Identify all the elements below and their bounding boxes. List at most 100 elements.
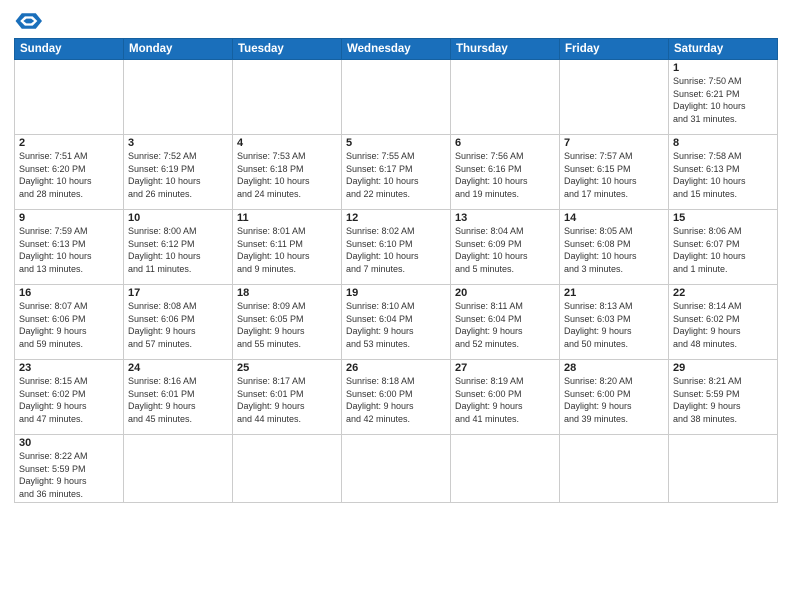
day-number: 12 <box>346 212 446 224</box>
day-info: Sunrise: 8:18 AM Sunset: 6:00 PM Dayligh… <box>346 375 446 425</box>
day-info: Sunrise: 8:21 AM Sunset: 5:59 PM Dayligh… <box>673 375 773 425</box>
day-info: Sunrise: 7:55 AM Sunset: 6:17 PM Dayligh… <box>346 150 446 200</box>
day-info: Sunrise: 8:07 AM Sunset: 6:06 PM Dayligh… <box>19 300 119 350</box>
calendar-week-3: 9Sunrise: 7:59 AM Sunset: 6:13 PM Daylig… <box>15 210 778 285</box>
day-number: 11 <box>237 212 337 224</box>
calendar-cell <box>451 60 560 135</box>
weekday-header-friday: Friday <box>560 39 669 60</box>
day-info: Sunrise: 8:06 AM Sunset: 6:07 PM Dayligh… <box>673 225 773 275</box>
calendar-cell: 13Sunrise: 8:04 AM Sunset: 6:09 PM Dayli… <box>451 210 560 285</box>
day-number: 8 <box>673 137 773 149</box>
calendar-cell: 22Sunrise: 8:14 AM Sunset: 6:02 PM Dayli… <box>669 285 778 360</box>
day-info: Sunrise: 8:19 AM Sunset: 6:00 PM Dayligh… <box>455 375 555 425</box>
day-info: Sunrise: 8:08 AM Sunset: 6:06 PM Dayligh… <box>128 300 228 350</box>
calendar-cell: 28Sunrise: 8:20 AM Sunset: 6:00 PM Dayli… <box>560 360 669 435</box>
day-info: Sunrise: 8:10 AM Sunset: 6:04 PM Dayligh… <box>346 300 446 350</box>
day-number: 13 <box>455 212 555 224</box>
day-info: Sunrise: 8:20 AM Sunset: 6:00 PM Dayligh… <box>564 375 664 425</box>
calendar-cell: 23Sunrise: 8:15 AM Sunset: 6:02 PM Dayli… <box>15 360 124 435</box>
calendar-cell: 8Sunrise: 7:58 AM Sunset: 6:13 PM Daylig… <box>669 135 778 210</box>
day-number: 30 <box>19 437 119 449</box>
day-info: Sunrise: 7:52 AM Sunset: 6:19 PM Dayligh… <box>128 150 228 200</box>
calendar-week-4: 16Sunrise: 8:07 AM Sunset: 6:06 PM Dayli… <box>15 285 778 360</box>
day-info: Sunrise: 7:59 AM Sunset: 6:13 PM Dayligh… <box>19 225 119 275</box>
day-number: 29 <box>673 362 773 374</box>
day-info: Sunrise: 7:53 AM Sunset: 6:18 PM Dayligh… <box>237 150 337 200</box>
calendar-cell: 2Sunrise: 7:51 AM Sunset: 6:20 PM Daylig… <box>15 135 124 210</box>
day-number: 25 <box>237 362 337 374</box>
calendar-cell: 30Sunrise: 8:22 AM Sunset: 5:59 PM Dayli… <box>15 435 124 503</box>
day-info: Sunrise: 8:05 AM Sunset: 6:08 PM Dayligh… <box>564 225 664 275</box>
day-number: 28 <box>564 362 664 374</box>
day-info: Sunrise: 8:13 AM Sunset: 6:03 PM Dayligh… <box>564 300 664 350</box>
day-info: Sunrise: 7:58 AM Sunset: 6:13 PM Dayligh… <box>673 150 773 200</box>
header <box>14 10 778 32</box>
day-info: Sunrise: 8:16 AM Sunset: 6:01 PM Dayligh… <box>128 375 228 425</box>
calendar-cell: 14Sunrise: 8:05 AM Sunset: 6:08 PM Dayli… <box>560 210 669 285</box>
day-number: 22 <box>673 287 773 299</box>
calendar-cell: 4Sunrise: 7:53 AM Sunset: 6:18 PM Daylig… <box>233 135 342 210</box>
calendar-week-5: 23Sunrise: 8:15 AM Sunset: 6:02 PM Dayli… <box>15 360 778 435</box>
calendar-cell <box>451 435 560 503</box>
day-info: Sunrise: 8:09 AM Sunset: 6:05 PM Dayligh… <box>237 300 337 350</box>
day-number: 7 <box>564 137 664 149</box>
calendar-week-6: 30Sunrise: 8:22 AM Sunset: 5:59 PM Dayli… <box>15 435 778 503</box>
weekday-header-thursday: Thursday <box>451 39 560 60</box>
calendar-cell <box>233 60 342 135</box>
calendar-week-1: 1Sunrise: 7:50 AM Sunset: 6:21 PM Daylig… <box>15 60 778 135</box>
calendar-cell: 24Sunrise: 8:16 AM Sunset: 6:01 PM Dayli… <box>124 360 233 435</box>
day-number: 26 <box>346 362 446 374</box>
calendar-cell: 26Sunrise: 8:18 AM Sunset: 6:00 PM Dayli… <box>342 360 451 435</box>
day-number: 21 <box>564 287 664 299</box>
calendar-cell: 7Sunrise: 7:57 AM Sunset: 6:15 PM Daylig… <box>560 135 669 210</box>
day-number: 6 <box>455 137 555 149</box>
day-info: Sunrise: 8:22 AM Sunset: 5:59 PM Dayligh… <box>19 450 119 500</box>
day-number: 24 <box>128 362 228 374</box>
day-number: 1 <box>673 62 773 74</box>
calendar-cell: 1Sunrise: 7:50 AM Sunset: 6:21 PM Daylig… <box>669 60 778 135</box>
calendar-cell: 25Sunrise: 8:17 AM Sunset: 6:01 PM Dayli… <box>233 360 342 435</box>
day-number: 9 <box>19 212 119 224</box>
day-number: 18 <box>237 287 337 299</box>
calendar-cell: 18Sunrise: 8:09 AM Sunset: 6:05 PM Dayli… <box>233 285 342 360</box>
calendar-cell <box>560 60 669 135</box>
calendar-cell: 15Sunrise: 8:06 AM Sunset: 6:07 PM Dayli… <box>669 210 778 285</box>
calendar-cell: 27Sunrise: 8:19 AM Sunset: 6:00 PM Dayli… <box>451 360 560 435</box>
day-number: 14 <box>564 212 664 224</box>
calendar-cell <box>233 435 342 503</box>
logo <box>14 10 46 32</box>
day-info: Sunrise: 8:00 AM Sunset: 6:12 PM Dayligh… <box>128 225 228 275</box>
calendar-cell: 17Sunrise: 8:08 AM Sunset: 6:06 PM Dayli… <box>124 285 233 360</box>
day-info: Sunrise: 7:51 AM Sunset: 6:20 PM Dayligh… <box>19 150 119 200</box>
day-number: 3 <box>128 137 228 149</box>
day-info: Sunrise: 8:01 AM Sunset: 6:11 PM Dayligh… <box>237 225 337 275</box>
calendar-week-2: 2Sunrise: 7:51 AM Sunset: 6:20 PM Daylig… <box>15 135 778 210</box>
calendar-cell <box>342 60 451 135</box>
calendar-cell: 12Sunrise: 8:02 AM Sunset: 6:10 PM Dayli… <box>342 210 451 285</box>
calendar-cell: 21Sunrise: 8:13 AM Sunset: 6:03 PM Dayli… <box>560 285 669 360</box>
day-number: 27 <box>455 362 555 374</box>
calendar-cell: 9Sunrise: 7:59 AM Sunset: 6:13 PM Daylig… <box>15 210 124 285</box>
calendar-cell: 3Sunrise: 7:52 AM Sunset: 6:19 PM Daylig… <box>124 135 233 210</box>
weekday-header-monday: Monday <box>124 39 233 60</box>
day-number: 4 <box>237 137 337 149</box>
day-number: 2 <box>19 137 119 149</box>
calendar-cell <box>15 60 124 135</box>
day-info: Sunrise: 7:57 AM Sunset: 6:15 PM Dayligh… <box>564 150 664 200</box>
day-number: 10 <box>128 212 228 224</box>
day-number: 20 <box>455 287 555 299</box>
calendar-cell: 19Sunrise: 8:10 AM Sunset: 6:04 PM Dayli… <box>342 285 451 360</box>
calendar-cell: 20Sunrise: 8:11 AM Sunset: 6:04 PM Dayli… <box>451 285 560 360</box>
day-info: Sunrise: 8:02 AM Sunset: 6:10 PM Dayligh… <box>346 225 446 275</box>
weekday-header-wednesday: Wednesday <box>342 39 451 60</box>
day-info: Sunrise: 7:50 AM Sunset: 6:21 PM Dayligh… <box>673 75 773 125</box>
day-info: Sunrise: 8:14 AM Sunset: 6:02 PM Dayligh… <box>673 300 773 350</box>
day-number: 16 <box>19 287 119 299</box>
day-number: 15 <box>673 212 773 224</box>
calendar-header-row: SundayMondayTuesdayWednesdayThursdayFrid… <box>15 39 778 60</box>
calendar-cell <box>669 435 778 503</box>
day-info: Sunrise: 8:15 AM Sunset: 6:02 PM Dayligh… <box>19 375 119 425</box>
page: SundayMondayTuesdayWednesdayThursdayFrid… <box>0 0 792 612</box>
calendar-cell <box>560 435 669 503</box>
calendar-cell: 11Sunrise: 8:01 AM Sunset: 6:11 PM Dayli… <box>233 210 342 285</box>
